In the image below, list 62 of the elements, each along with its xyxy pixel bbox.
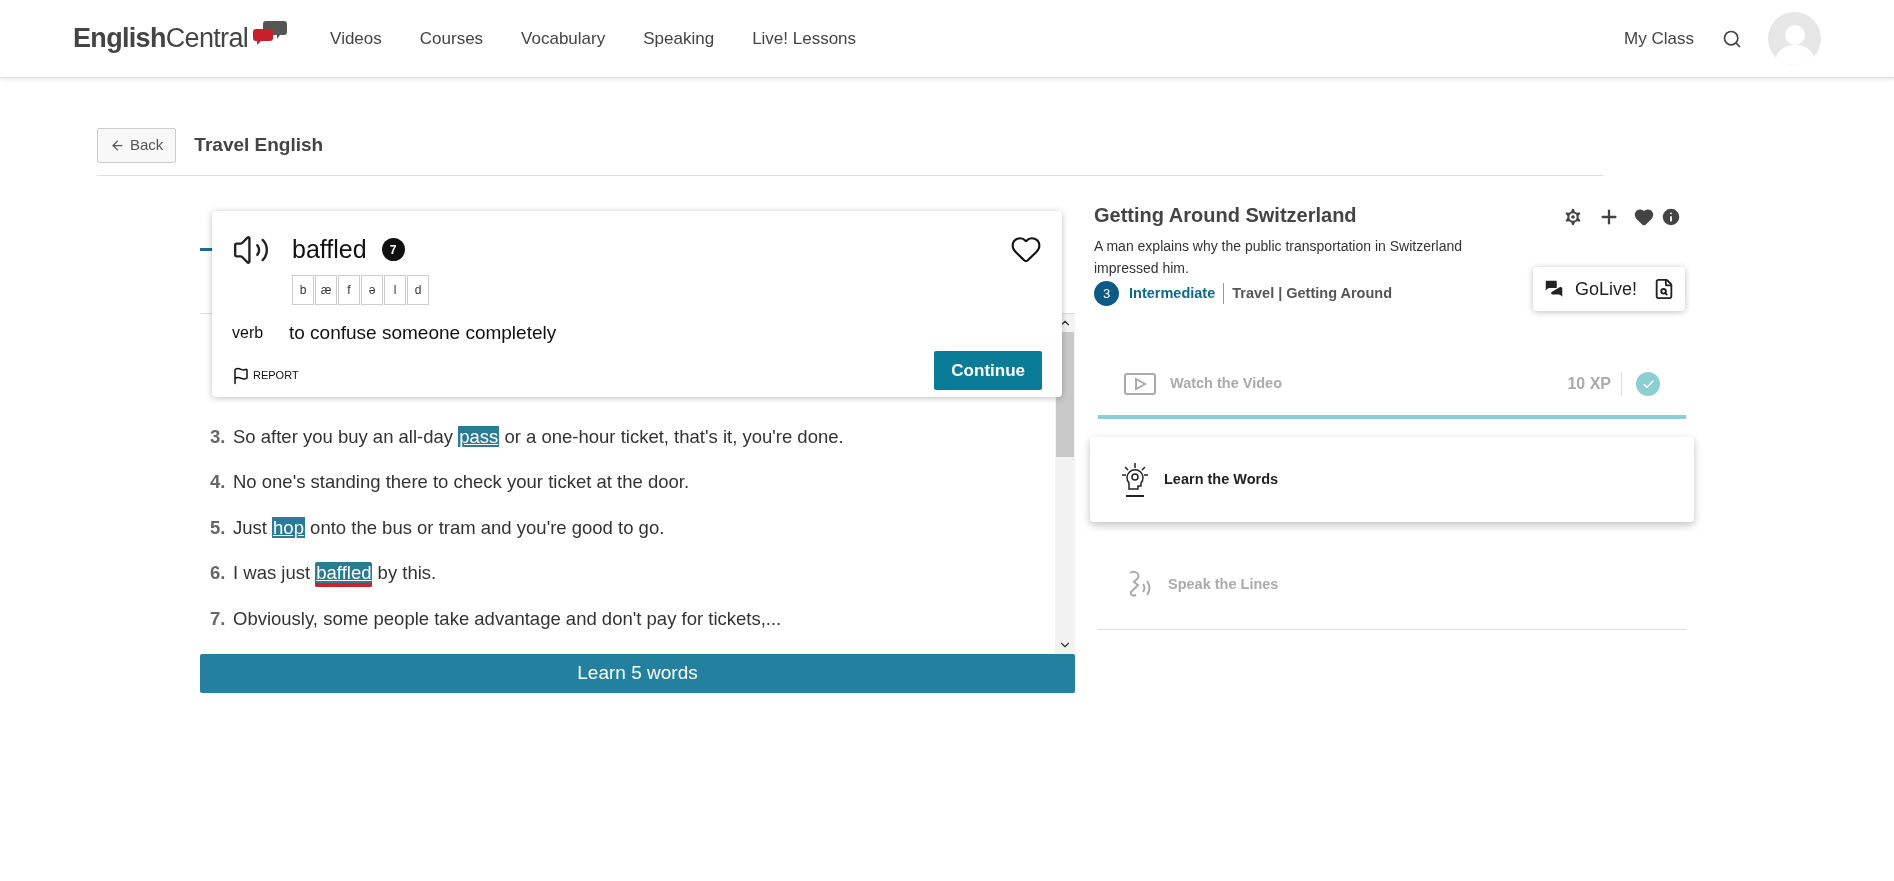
video-description: A man explains why the public transportation in Switzerland impressed him.: [1094, 237, 1464, 278]
xp-label: 10 XP: [1567, 372, 1622, 396]
category-label: Travel | Getting Around: [1232, 283, 1393, 303]
line-number: 3.: [210, 424, 227, 449]
line-number: 7.: [210, 606, 227, 631]
count-badge: 7: [381, 238, 405, 262]
chat-bubbles-icon: [1542, 278, 1565, 300]
phoneme-tile[interactable]: æ: [315, 274, 337, 305]
head-lightbulb-icon: [1120, 460, 1150, 499]
level-badge: 3: [1094, 281, 1119, 306]
phoneme-tile[interactable]: b: [292, 274, 314, 305]
phoneme-tile[interactable]: f: [338, 274, 360, 305]
active-step-card[interactable]: Learn the Words: [1090, 437, 1694, 522]
sentence-text: Just: [233, 516, 268, 538]
learn-words-button[interactable]: Learn 5 words: [200, 654, 1075, 693]
sentence-text: by this.: [376, 562, 437, 584]
video-title: Getting Around Switzerland: [1094, 203, 1357, 228]
step-label: Watch the Video: [1170, 374, 1282, 394]
word-title: baffled: [292, 234, 367, 265]
speech-bubbles-icon: [252, 18, 289, 47]
line-number: 6.: [210, 561, 227, 586]
settings-icon[interactable]: [1562, 206, 1584, 228]
info-icon[interactable]: [1660, 206, 1682, 228]
phoneme-tile[interactable]: l: [384, 274, 406, 305]
definition: to confuse someone completely: [289, 320, 557, 345]
line-number: 5.: [210, 515, 227, 540]
completed-check-icon: [1636, 372, 1660, 396]
sentence-text: or a one-hour ticket, that's it, you're done.: [503, 425, 844, 447]
my-class-link[interactable]: My Class: [1624, 25, 1694, 52]
sentence-text: No one's standing there to check your ticket at the door.: [233, 471, 690, 493]
nav-link[interactable]: Live! Lessons: [752, 25, 857, 52]
golive-card[interactable]: GoLive!: [1532, 267, 1685, 311]
sentence-text: onto the bus or tram and you're good to go.: [309, 516, 665, 538]
play-icon: [1124, 372, 1156, 396]
continue-button[interactable]: Continue: [934, 351, 1042, 390]
scrollbar[interactable]: [1055, 314, 1075, 654]
flag-icon: [232, 366, 250, 385]
heart-icon[interactable]: [1634, 207, 1654, 227]
report-button[interactable]: REPORT: [232, 366, 299, 385]
step-label: Learn the Words: [1164, 469, 1279, 489]
highlighted-word[interactable]: hop: [272, 516, 305, 538]
nav-link[interactable]: Videos: [330, 25, 382, 52]
step-label: Speak the Lines: [1168, 574, 1279, 594]
document-search-icon[interactable]: [1653, 278, 1675, 300]
level-label: Intermediate: [1129, 282, 1225, 305]
nav-link[interactable]: Vocabulary: [521, 25, 606, 52]
line-number: 4.: [210, 470, 227, 495]
phoneme-tile[interactable]: d: [407, 274, 429, 305]
search-icon[interactable]: [1722, 28, 1742, 49]
back-button[interactable]: Back: [97, 128, 177, 163]
nav-link[interactable]: Speaking: [643, 25, 715, 52]
golive-label: GoLive!: [1574, 277, 1637, 301]
sentence-text: Obviously, some people take advantage and don't pay for tickets,...: [233, 607, 782, 629]
part-of-speech: verb: [232, 322, 265, 343]
phoneme-tile[interactable]: ə: [361, 274, 383, 305]
page-title: Travel English: [194, 133, 324, 158]
sentence-text: So after you buy an all-day: [233, 425, 455, 447]
sentence-text: I was just: [233, 562, 312, 584]
highlighted-word[interactable]: pass: [458, 425, 500, 447]
nav-link[interactable]: Courses: [419, 25, 484, 52]
highlighted-word[interactable]: baffled: [315, 562, 373, 588]
logo[interactable]: EnglishCentral: [73, 18, 289, 59]
